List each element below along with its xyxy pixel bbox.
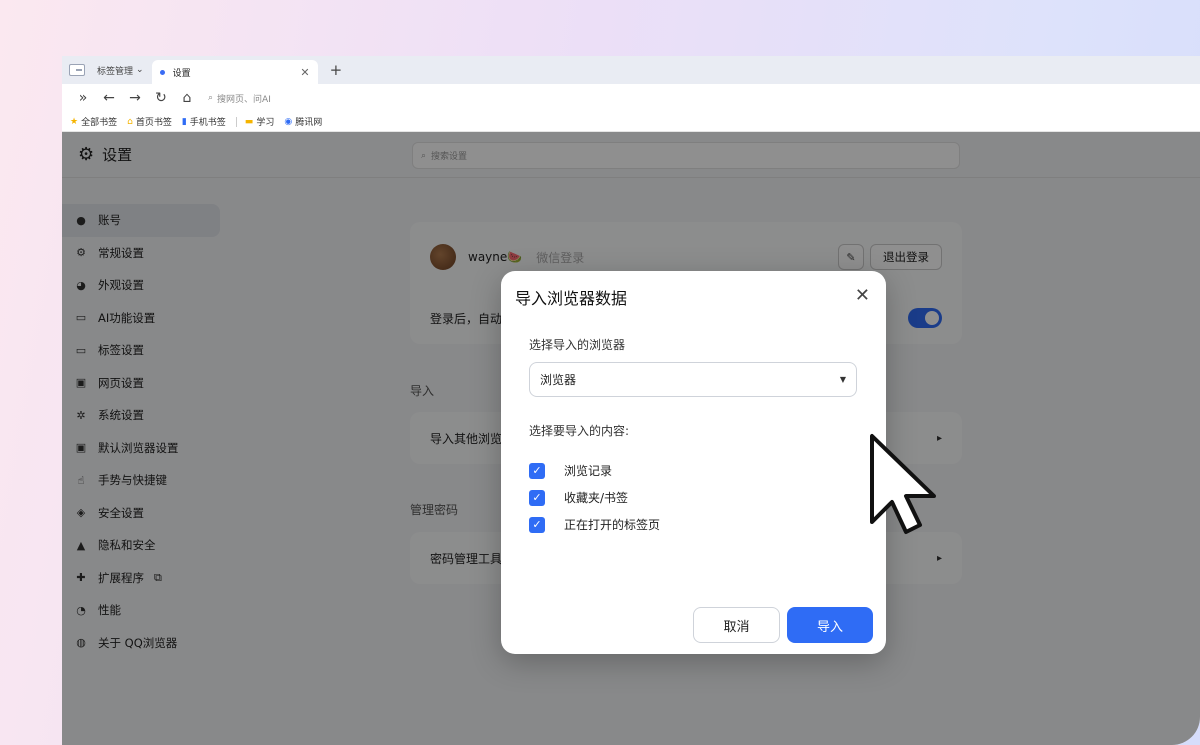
- double-chevron-icon[interactable]: »: [70, 90, 96, 106]
- browser-select-label: 选择导入的浏览器: [529, 338, 626, 352]
- dialog-title: 导入浏览器数据: [515, 289, 628, 308]
- home-button[interactable]: ⌂: [174, 90, 200, 106]
- browser-select-value: 浏览器: [540, 373, 577, 387]
- tab-title: 设置: [172, 68, 191, 79]
- close-icon[interactable]: ✕: [300, 66, 309, 79]
- option-label: 浏览记录: [564, 464, 613, 478]
- import-button[interactable]: 导入: [787, 607, 873, 643]
- star-icon: ★: [70, 116, 79, 127]
- option-bookmarks[interactable]: ✓ 收藏夹/书签: [529, 484, 660, 511]
- option-history[interactable]: ✓ 浏览记录: [529, 457, 660, 484]
- bookmark-divider: [235, 116, 237, 127]
- bookmark-mobile[interactable]: ▮ 手机书签: [181, 115, 226, 129]
- bookmarks-bar: ★ 全部书签 ⌂ 首页书签 ▮ 手机书签 ▬ 学习 ◉ 腾讯网: [62, 112, 1200, 132]
- dropdown-arrow-icon: ▼: [839, 375, 846, 384]
- sidebar-toggle-icon[interactable]: [69, 64, 85, 76]
- home-bookmark-icon: ⌂: [127, 116, 133, 127]
- bookmark-tencent[interactable]: ◉ 腾讯网: [284, 115, 323, 129]
- tab-group-label: 标签管理: [97, 66, 134, 77]
- back-button[interactable]: ←: [96, 90, 122, 106]
- content-select-label: 选择要导入的内容:: [529, 424, 630, 438]
- bookmark-label: 手机书签: [189, 118, 226, 128]
- bookmark-label: 全部书签: [81, 118, 118, 128]
- cancel-button[interactable]: 取消: [693, 607, 780, 643]
- close-icon[interactable]: ✕: [855, 285, 870, 306]
- app-frame: 标签管理 ⌄ 设置 ✕ + » ← → ↻ ⌂ ⌕ 搜网页、问AI ★ 全部书签…: [0, 0, 1200, 745]
- tab-settings[interactable]: 设置 ✕: [151, 60, 318, 84]
- bookmark-label: 学习: [256, 118, 275, 128]
- checkbox-open-tabs[interactable]: ✓: [529, 516, 545, 533]
- forward-button[interactable]: →: [122, 90, 148, 106]
- bookmark-folder-study[interactable]: ▬ 学习: [244, 115, 275, 129]
- bookmark-all[interactable]: ★ 全部书签: [70, 115, 118, 129]
- checkbox-history[interactable]: ✓: [529, 462, 545, 479]
- tab-favicon-icon: [159, 69, 165, 75]
- phone-icon: ▮: [181, 116, 187, 127]
- import-options: ✓ 浏览记录 ✓ 收藏夹/书签 ✓ 正在打开的标签页: [529, 457, 660, 538]
- bookmark-label: 首页书签: [135, 118, 172, 128]
- mouse-cursor-icon: [870, 434, 936, 534]
- import-browser-data-dialog: 导入浏览器数据 ✕ 选择导入的浏览器 浏览器 ▼ 选择要导入的内容: ✓ 浏览记…: [501, 271, 886, 654]
- reload-button[interactable]: ↻: [148, 90, 174, 106]
- option-label: 正在打开的标签页: [564, 518, 661, 532]
- option-open-tabs[interactable]: ✓ 正在打开的标签页: [529, 511, 660, 538]
- checkbox-bookmarks[interactable]: ✓: [529, 489, 545, 506]
- bookmark-label: 腾讯网: [295, 118, 323, 128]
- chevron-down-icon: ⌄: [136, 65, 144, 75]
- address-placeholder: 搜网页、问AI: [217, 94, 271, 105]
- new-tab-button[interactable]: +: [330, 61, 343, 79]
- folder-icon: ▬: [244, 116, 254, 127]
- option-label: 收藏夹/书签: [564, 491, 629, 505]
- toolbar: » ← → ↻ ⌂ ⌕ 搜网页、问AI: [62, 84, 1200, 112]
- search-icon: ⌕: [208, 93, 214, 103]
- tab-bar: 标签管理 ⌄ 设置 ✕ +: [62, 56, 1200, 84]
- bookmark-home[interactable]: ⌂ 首页书签: [127, 115, 172, 129]
- tencent-icon: ◉: [284, 116, 293, 127]
- address-bar[interactable]: ⌕ 搜网页、问AI: [208, 92, 271, 105]
- tab-group-manager[interactable]: 标签管理 ⌄: [97, 64, 144, 77]
- browser-select[interactable]: 浏览器 ▼: [529, 362, 857, 397]
